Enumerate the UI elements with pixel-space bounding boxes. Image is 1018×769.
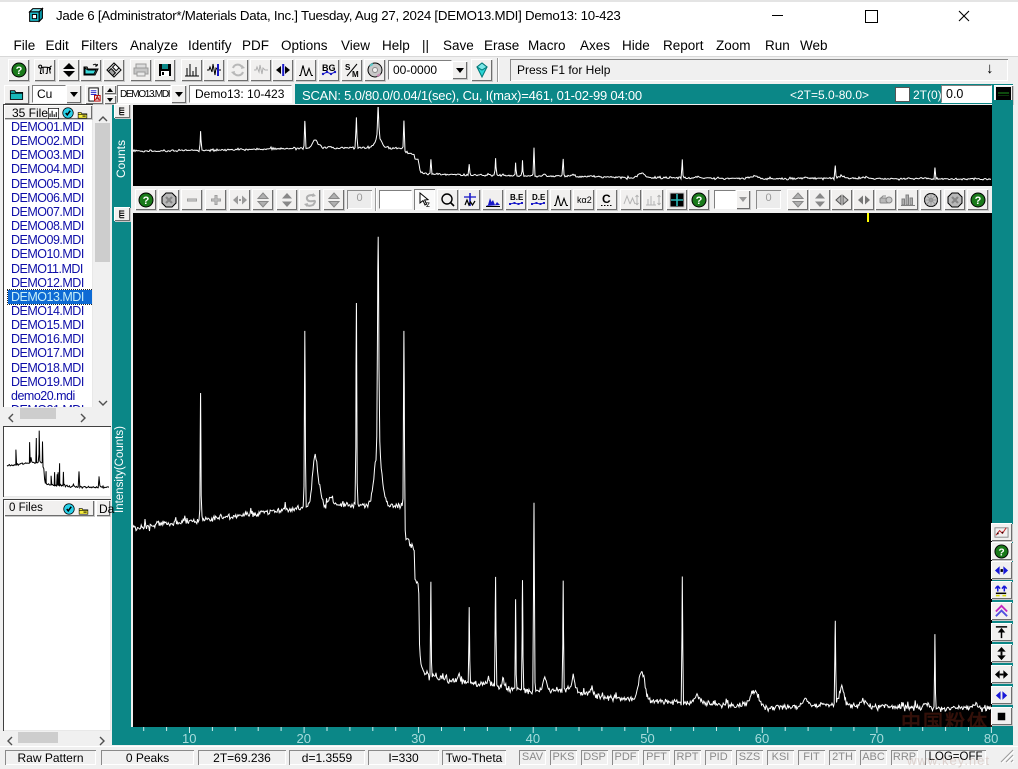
svg-text:M: M: [352, 70, 359, 78]
svg-text:z: z: [426, 200, 430, 208]
svg-text:?: ?: [974, 195, 981, 207]
svg-text:B.E: B.E: [510, 193, 524, 202]
svg-text:?: ?: [15, 65, 22, 77]
svg-text:D.E: D.E: [532, 193, 546, 202]
svg-text:C: C: [602, 192, 611, 206]
svg-text:?: ?: [142, 195, 149, 207]
svg-text:?: ?: [998, 547, 1004, 558]
svg-text:?: ?: [695, 195, 702, 207]
svg-text:S: S: [345, 63, 351, 72]
svg-text:BG: BG: [322, 63, 336, 73]
svg-text:kα2: kα2: [577, 195, 592, 205]
